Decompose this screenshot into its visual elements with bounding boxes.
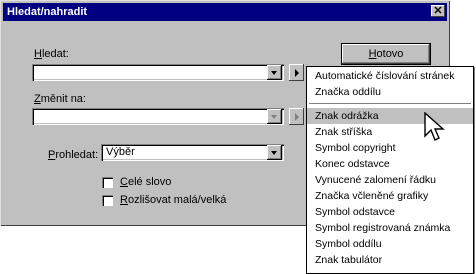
menu-item-caret-character[interactable]: Znak stříška (307, 124, 473, 140)
menu-item-copyright-symbol[interactable]: Symbol copyright (307, 140, 473, 156)
find-label: Hledat: (34, 48, 69, 60)
replace-special-menu-button[interactable] (289, 108, 304, 125)
menu-item-tab-character[interactable]: Znak tabulátor (307, 252, 473, 268)
menu-item-section-symbol[interactable]: Symbol oddílu (307, 236, 473, 252)
menu-item-automatic-page-numbering[interactable]: Automatické číslování stránek (307, 68, 473, 84)
whole-word-checkbox[interactable] (102, 177, 113, 188)
menu-item-inline-graphic-marker[interactable]: Značka včleněné grafiky (307, 188, 473, 204)
menu-item-end-of-paragraph[interactable]: Konec odstavce (307, 156, 473, 172)
done-button[interactable]: Hotovo (342, 44, 430, 64)
search-scope-select[interactable]: Výběr (101, 144, 284, 161)
replace-dropdown-button[interactable] (267, 109, 282, 124)
match-case-label: Rozlišovat malá/velká (120, 194, 227, 206)
search-scope-label: Prohledat: (48, 149, 99, 161)
mouse-cursor-icon (424, 112, 445, 141)
menu-item-paragraph-symbol[interactable]: Symbol odstavce (307, 204, 473, 220)
find-input[interactable] (32, 64, 284, 81)
menu-item-forced-line-break[interactable]: Vynucené zalomení řádku (307, 172, 473, 188)
menu-item-bullet-character[interactable]: Znak odrážka (307, 108, 473, 124)
search-scope-value: Výběr (106, 146, 135, 158)
find-dropdown-button[interactable] (267, 65, 282, 80)
whole-word-label: Celé slovo (120, 176, 172, 188)
menu-item-registered-trademark-symbol[interactable]: Symbol registrovaná známka (307, 220, 473, 236)
match-case-checkbox[interactable] (102, 195, 113, 206)
special-characters-menu: Automatické číslování stránek Značka odd… (306, 66, 474, 274)
menu-item-section-marker[interactable]: Značka oddílu (307, 84, 473, 100)
dialog-title: Hledat/nahradit (7, 6, 88, 18)
title-bar: Hledat/nahradit ✕ (3, 3, 447, 21)
replace-label: Změnit na: (34, 93, 86, 105)
find-special-menu-button[interactable] (289, 64, 304, 81)
menu-separator (309, 103, 471, 104)
search-scope-dropdown-button[interactable] (267, 145, 282, 160)
replace-input[interactable] (32, 108, 284, 125)
close-icon[interactable]: ✕ (431, 5, 445, 17)
